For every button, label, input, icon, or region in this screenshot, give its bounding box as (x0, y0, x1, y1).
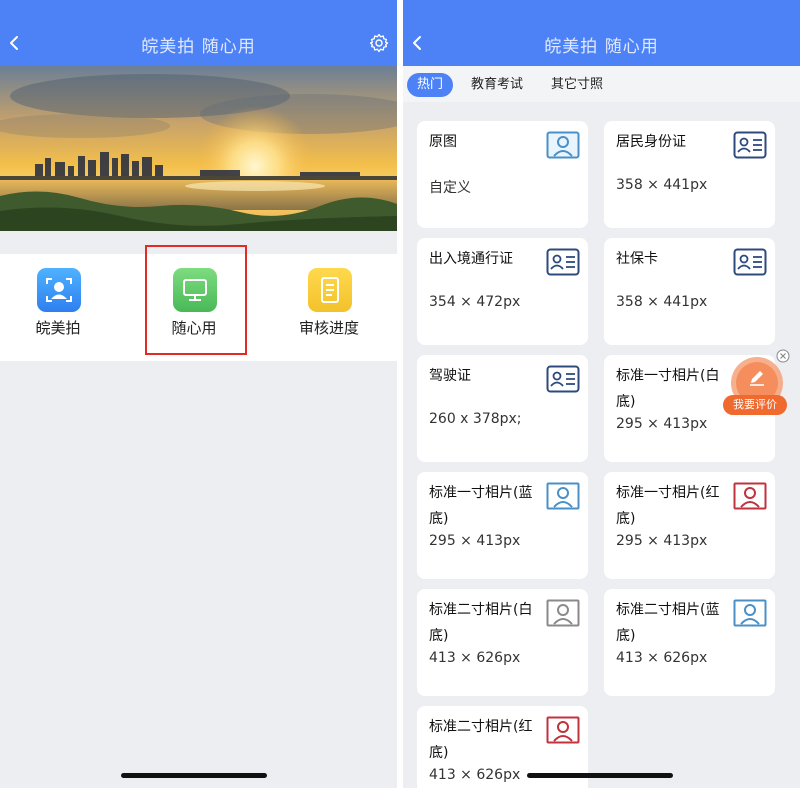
id-card-icon (546, 365, 580, 393)
portrait-icon (546, 131, 580, 159)
func-label: 皖美拍 (35, 319, 81, 337)
card-size: 295 × 413px (616, 533, 708, 549)
card-size: 358 × 441px (616, 177, 708, 193)
card-size: 260 x 378px; (429, 411, 522, 427)
card-1inch-blue[interactable]: 标准一寸相片(蓝底) 295 × 413px (417, 472, 588, 579)
home-indicator[interactable] (121, 773, 267, 778)
card-title: 原图 (429, 134, 457, 150)
func-label: 审核进度 (298, 319, 359, 337)
sunset-banner-image (0, 66, 397, 231)
gear-icon[interactable] (369, 33, 389, 53)
home-indicator[interactable] (527, 773, 673, 778)
card-title: 标准二寸相片(蓝底) (616, 602, 720, 644)
card-title: 出入境通行证 (429, 251, 513, 267)
card-2inch-white[interactable]: 标准二寸相片(白底) 413 × 626px (417, 589, 588, 696)
card-size: 413 × 626px (429, 650, 521, 666)
card-title: 驾驶证 (429, 368, 471, 384)
card-size: 413 × 626px (429, 767, 521, 783)
card-size: 358 × 441px (616, 294, 708, 310)
card-1inch-red[interactable]: 标准一寸相片(红底) 295 × 413px (604, 472, 775, 579)
photo-red-icon (733, 482, 767, 510)
card-2inch-blue[interactable]: 标准二寸相片(蓝底) 413 × 626px (604, 589, 775, 696)
photo-blue-icon (546, 482, 580, 510)
id-card-icon (733, 248, 767, 276)
func-audit-progress[interactable]: 审核进度 (277, 254, 381, 361)
card-resident-id[interactable]: 居民身份证 358 × 441px (604, 121, 775, 228)
card-title: 标准一寸相片(红底) (616, 485, 720, 527)
close-icon[interactable] (776, 349, 790, 363)
card-size: 295 × 413px (429, 533, 521, 549)
tab-education-exam[interactable]: 教育考试 (467, 73, 527, 97)
id-card-icon (546, 248, 580, 276)
photo-blue-icon (733, 599, 767, 627)
feedback-label: 我要评价 (723, 395, 787, 415)
card-title: 标准二寸相片(红底) (429, 719, 533, 761)
card-driver-license[interactable]: 驾驶证 260 x 378px; (417, 355, 588, 462)
page-title: 皖美拍 随心用 (141, 37, 256, 57)
tab-hot[interactable]: 热门 (407, 73, 453, 97)
card-size: 295 × 413px (616, 416, 708, 432)
card-title: 居民身份证 (616, 134, 686, 150)
card-size: 413 × 626px (616, 650, 708, 666)
page-title: 皖美拍 随心用 (544, 37, 659, 57)
card-title: 标准一寸相片(白底) (616, 368, 720, 410)
card-size: 自定义 (429, 180, 471, 196)
card-social-security[interactable]: 社保卡 358 × 441px (604, 238, 775, 345)
card-title: 社保卡 (616, 251, 658, 267)
photo-red-icon (546, 716, 580, 744)
selection-highlight-box (145, 245, 247, 355)
category-tabs: 热门 教育考试 其它寸照 (403, 66, 800, 102)
func-wanmeipai[interactable]: 皖美拍 (6, 254, 110, 361)
card-title: 标准一寸相片(蓝底) (429, 485, 533, 527)
left-screen: 皖美拍 随心用 皖美拍 随心用 审核进度 (0, 0, 397, 788)
document-icon (308, 268, 352, 312)
feedback-float-button[interactable]: 我要评价 (721, 349, 791, 417)
card-exit-entry-permit[interactable]: 出入境通行证 354 × 472px (417, 238, 588, 345)
card-size: 354 × 472px (429, 294, 521, 310)
photo-white-icon (546, 599, 580, 627)
face-scan-icon (37, 268, 81, 312)
id-card-icon (733, 131, 767, 159)
card-original[interactable]: 原图 自定义 (417, 121, 588, 228)
right-screen: 皖美拍 随心用 热门 教育考试 其它寸照 原图 自定义 居民身份证 358 × … (403, 0, 800, 788)
card-title: 标准二寸相片(白底) (429, 602, 533, 644)
tab-other-sizes[interactable]: 其它寸照 (547, 73, 607, 97)
pencil-icon (750, 371, 764, 386)
